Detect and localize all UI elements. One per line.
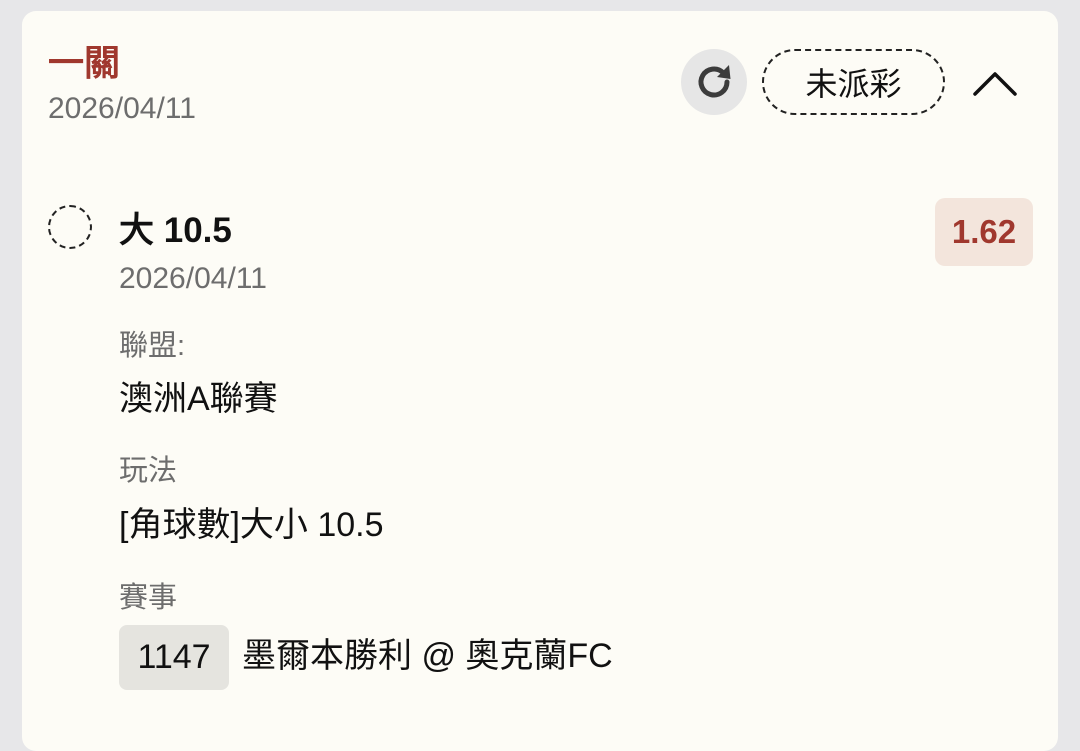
bet-date: 2026/04/11 — [48, 92, 196, 125]
collapse-button[interactable] — [967, 55, 1023, 111]
league-value: 澳洲A聯賽 — [119, 380, 278, 418]
odds-badge: 1.62 — [935, 198, 1033, 266]
bet-type-title: 一關 — [48, 42, 121, 83]
event-name: 墨爾本勝利 @ 奧克蘭FC — [242, 637, 613, 675]
market-label: 玩法 — [119, 455, 178, 487]
league-label: 聯盟: — [119, 330, 186, 362]
event-label: 賽事 — [119, 582, 178, 614]
bet-card: 一關 2026/04/11 未派彩 大 10.5 2026/04/11 1.62… — [22, 11, 1058, 751]
status-badge: 未派彩 — [762, 49, 945, 115]
event-code: 1147 — [119, 625, 229, 690]
refresh-icon — [698, 65, 731, 98]
market-value: [角球數]大小 10.5 — [119, 506, 384, 544]
refresh-button[interactable] — [681, 49, 747, 115]
pending-dashed-circle-icon — [48, 205, 92, 249]
selection-date: 2026/04/11 — [119, 262, 267, 295]
chevron-up-icon — [973, 72, 1017, 96]
selection-name: 大 10.5 — [119, 211, 232, 250]
